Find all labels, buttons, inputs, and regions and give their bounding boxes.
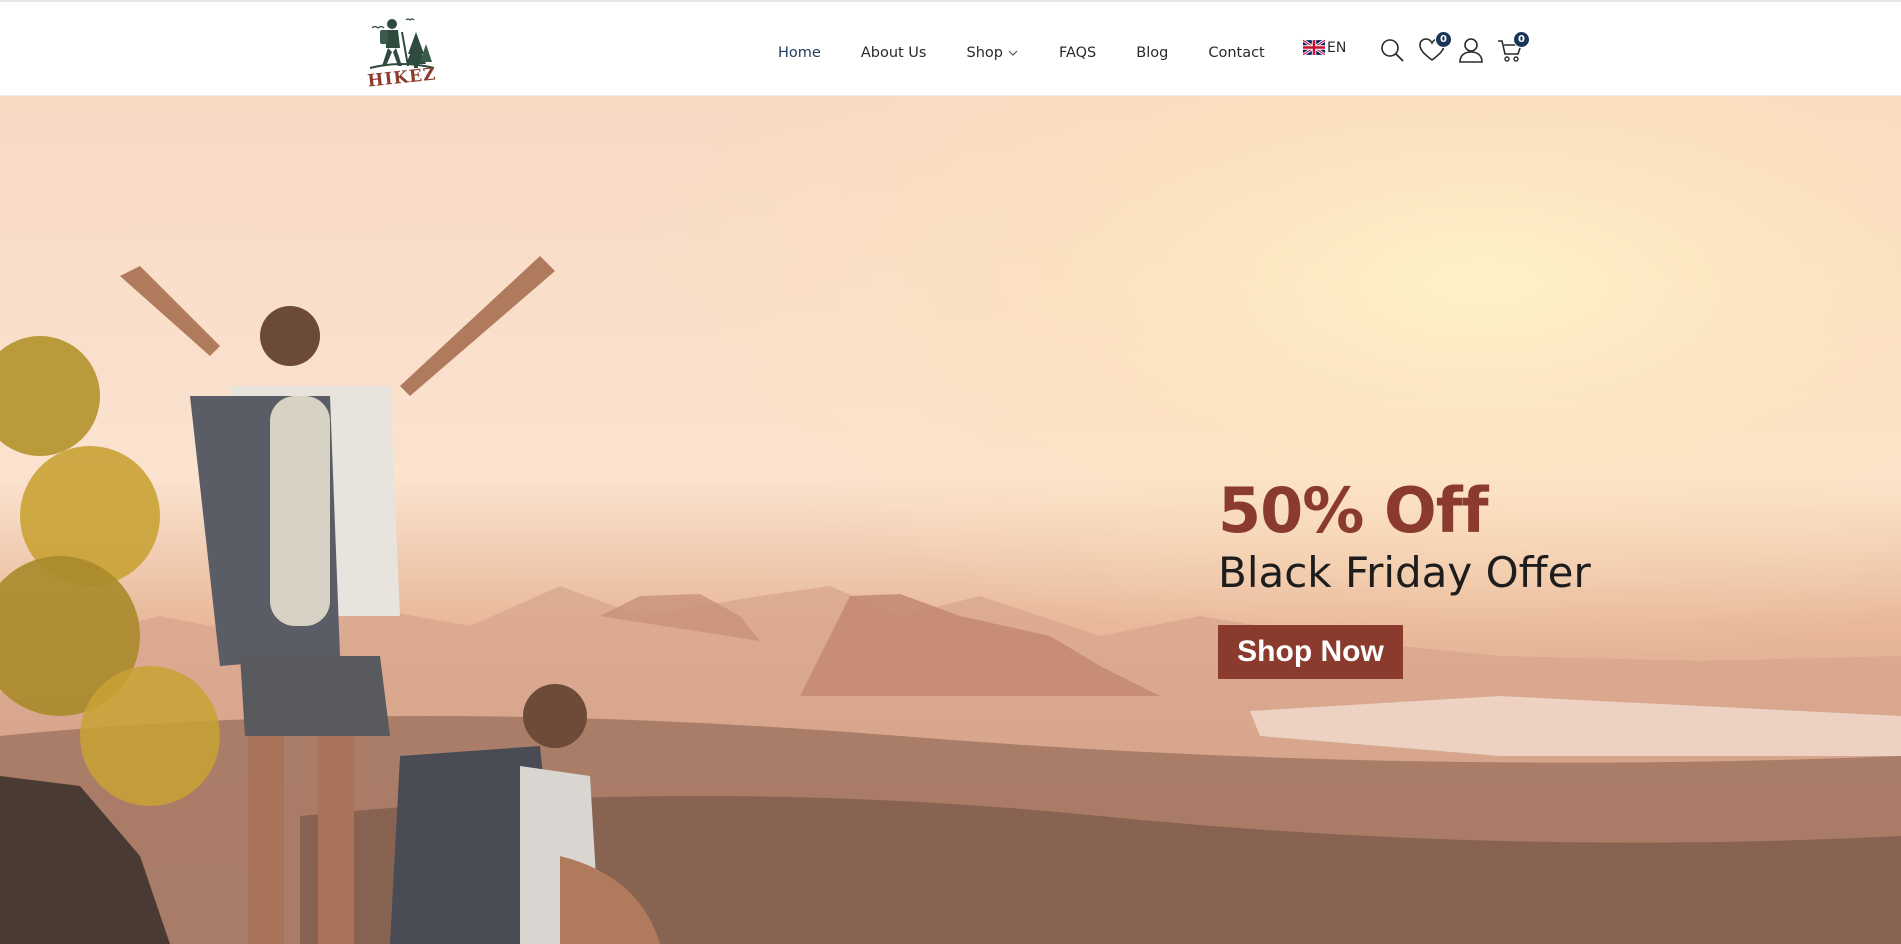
shop-now-button[interactable]: Shop Now xyxy=(1218,625,1403,679)
search-icon xyxy=(1381,39,1404,62)
nav-home[interactable]: Home xyxy=(778,45,821,61)
main-nav: Home About Us Shop FAQS Blog Contact xyxy=(778,42,1305,64)
user-icon xyxy=(1459,38,1483,63)
nav-about-us-label: About Us xyxy=(860,45,927,61)
language-selector[interactable]: EN xyxy=(1303,39,1346,56)
cart-button[interactable]: 0 xyxy=(1496,31,1530,64)
brand-logo[interactable]: HIKEZ xyxy=(366,10,438,92)
uk-flag-icon xyxy=(1303,39,1325,56)
chevron-down-icon xyxy=(1008,50,1018,56)
wishlist-button[interactable]: 0 xyxy=(1418,31,1452,64)
wishlist-count-badge: 0 xyxy=(1435,31,1452,48)
nav-contact[interactable]: Contact xyxy=(1208,45,1264,61)
hero-headline: 50% Off xyxy=(1218,474,1489,547)
hero-subheadline: Black Friday Offer xyxy=(1218,548,1591,597)
nav-home-label: Home xyxy=(778,45,821,61)
nav-shop-label: Shop xyxy=(966,45,1003,61)
nav-blog[interactable]: Blog xyxy=(1136,45,1168,61)
nav-contact-label: Contact xyxy=(1208,45,1265,61)
nav-faqs-label: FAQS xyxy=(1058,45,1097,61)
nav-blog-label: Blog xyxy=(1136,45,1169,61)
nav-about-us[interactable]: About Us xyxy=(861,45,927,61)
hikers-illustration xyxy=(0,256,660,944)
account-button[interactable] xyxy=(1457,36,1485,64)
search-button[interactable] xyxy=(1378,36,1406,64)
language-label: EN xyxy=(1327,39,1347,56)
nav-shop[interactable]: Shop xyxy=(966,45,1018,61)
cart-count-badge: 0 xyxy=(1513,31,1530,48)
hero-banner: 50% Off Black Friday Offer Shop Now xyxy=(0,96,1901,944)
nav-faqs[interactable]: FAQS xyxy=(1059,45,1096,61)
site-header: HIKEZ Home About Us Shop FAQS Blog Conta… xyxy=(0,0,1901,96)
